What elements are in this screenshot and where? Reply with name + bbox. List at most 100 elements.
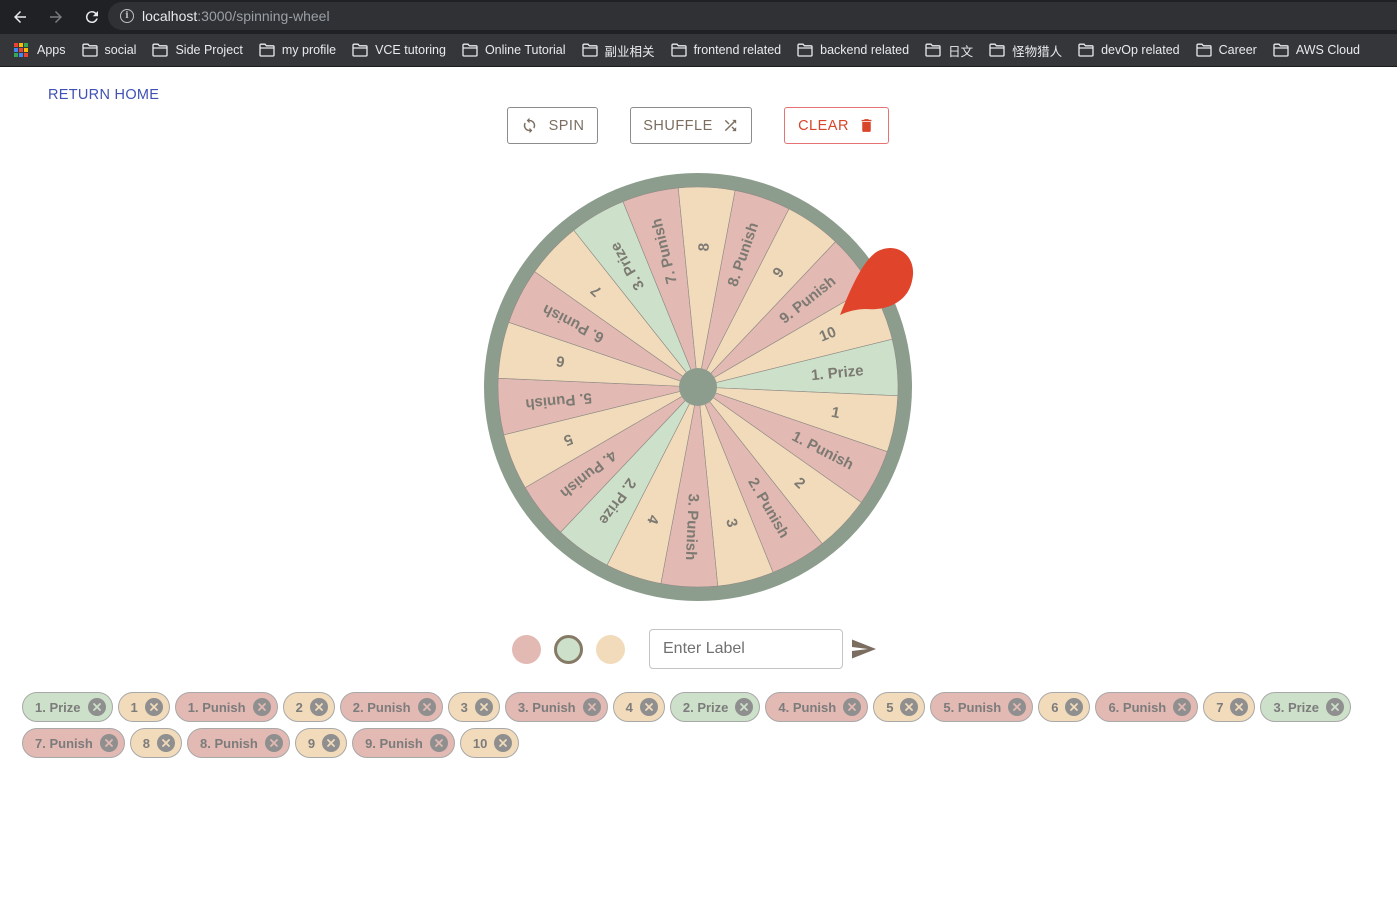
- folder-icon: [462, 43, 478, 57]
- chip-delete-icon[interactable]: [417, 698, 436, 716]
- bookmark-11[interactable]: devOp related: [1078, 43, 1180, 57]
- color-option-red[interactable]: [512, 635, 541, 664]
- label-chip: 2. Prize: [669, 692, 761, 722]
- label-chip: 6. Punish: [1095, 692, 1199, 722]
- bookmarks-bar: Apps social Side Project my profile VCE tuto…: [0, 34, 1397, 67]
- bookmark-10[interactable]: 怪物猎人: [989, 41, 1062, 60]
- folder-icon: [797, 43, 813, 57]
- apps-grid-icon: [14, 43, 28, 57]
- label-chip: 9: [294, 728, 348, 758]
- folder-icon: [1078, 43, 1094, 57]
- chip-delete-icon[interactable]: [1065, 698, 1084, 716]
- label-chip: 3. Prize: [1260, 692, 1352, 722]
- back-button[interactable]: [4, 1, 36, 33]
- bookmark-label: Side Project: [175, 43, 243, 57]
- label-chip: 7. Punish: [22, 728, 125, 758]
- color-option-peach[interactable]: [596, 635, 625, 664]
- label-input[interactable]: [649, 629, 843, 669]
- bookmark-12[interactable]: Career: [1195, 43, 1257, 57]
- chip-delete-icon[interactable]: [1230, 698, 1249, 716]
- bookmark-label: Career: [1218, 43, 1257, 57]
- bookmark-6[interactable]: 副业相关: [581, 41, 655, 60]
- chip-delete-icon[interactable]: [429, 734, 448, 752]
- wheel-svg: 1. Prize11. Punish22. Punish33. Punish42…: [484, 173, 914, 601]
- chip-label: 7: [1216, 699, 1224, 715]
- bookmark-1[interactable]: social: [81, 43, 137, 57]
- chip-label: 8: [142, 735, 151, 751]
- clear-label: CLEAR: [798, 117, 849, 134]
- chip-label: 4: [625, 699, 633, 715]
- chip-delete-icon[interactable]: [1173, 698, 1192, 716]
- chip-delete-icon[interactable]: [87, 698, 106, 716]
- chip-delete-icon[interactable]: [494, 734, 513, 752]
- wheel-hub: [679, 368, 717, 406]
- spin-button[interactable]: SPIN: [507, 107, 598, 144]
- forward-button[interactable]: [40, 1, 72, 33]
- label-chip: 8. Punish: [187, 728, 290, 758]
- chip-label: 2. Prize: [682, 699, 729, 715]
- chip-label: 9. Punish: [365, 735, 423, 751]
- folder-icon: [1195, 43, 1212, 57]
- color-option-green[interactable]: [554, 635, 583, 664]
- page-content: RETURN HOME SPIN SHUFFLE CLEAR 1. Prize 1…: [0, 67, 1397, 905]
- label-chip: 8: [129, 728, 183, 758]
- address-bar[interactable]: i localhost:3000/spinning-wheel: [108, 2, 1397, 30]
- chip-label: 1: [130, 699, 138, 715]
- chip-delete-icon[interactable]: [582, 698, 601, 716]
- bookmark-13[interactable]: AWS Cloud: [1273, 43, 1360, 57]
- bookmark-0[interactable]: Apps: [14, 43, 66, 57]
- shuffle-button[interactable]: SHUFFLE: [630, 107, 752, 144]
- info-icon[interactable]: i: [120, 9, 134, 23]
- folder-icon: [352, 43, 368, 57]
- label-chip: 5: [873, 692, 926, 722]
- return-home-link[interactable]: RETURN HOME: [48, 87, 159, 103]
- label-chip: 3: [447, 692, 500, 722]
- chip-delete-icon[interactable]: [264, 734, 283, 752]
- label-chip: 1. Punish: [174, 692, 278, 722]
- reload-icon: [85, 11, 98, 24]
- chip-label: 3: [460, 699, 468, 715]
- wheel-segment-label: 3. Punish: [682, 493, 702, 560]
- bookmark-label: 日文: [948, 44, 974, 59]
- bookmark-3[interactable]: my profile: [259, 43, 336, 57]
- chip-label: 3. Punish: [517, 699, 576, 715]
- bookmark-label: social: [104, 43, 137, 57]
- chip-delete-icon[interactable]: [99, 734, 118, 752]
- chip-delete-icon[interactable]: [309, 698, 328, 716]
- chip-delete-icon[interactable]: [735, 698, 754, 716]
- shuffle-label: SHUFFLE: [643, 117, 713, 134]
- clear-button[interactable]: CLEAR: [784, 107, 889, 144]
- chip-delete-icon[interactable]: [252, 698, 271, 716]
- chip-delete-icon[interactable]: [639, 698, 658, 716]
- label-chip: 2: [282, 692, 335, 722]
- chip-label: 8. Punish: [200, 735, 258, 751]
- label-chip: 4. Punish: [765, 692, 869, 722]
- folder-icon: [925, 43, 941, 57]
- chip-delete-icon[interactable]: [900, 698, 919, 716]
- chip-label: 10: [472, 735, 488, 751]
- label-chip: 2. Punish: [339, 692, 443, 722]
- folder-icon: [670, 43, 687, 57]
- chip-delete-icon[interactable]: [474, 698, 493, 716]
- chip-delete-icon[interactable]: [144, 698, 163, 716]
- add-label-button[interactable]: [851, 637, 877, 661]
- bookmark-8[interactable]: backend related: [797, 43, 909, 57]
- bookmark-5[interactable]: Online Tutorial: [462, 43, 566, 57]
- chip-delete-icon[interactable]: [322, 734, 341, 752]
- bookmark-label: AWS Cloud: [1295, 43, 1361, 57]
- bookmark-label: 副业相关: [604, 44, 655, 59]
- bookmark-9[interactable]: 日文: [925, 41, 973, 60]
- chip-delete-icon[interactable]: [843, 698, 862, 716]
- reload-button[interactable]: [76, 1, 108, 33]
- spinning-wheel[interactable]: 1. Prize 1 1. Punish 2 2. Punish 3 3. Punish 4 2…: [484, 173, 914, 601]
- chip-delete-icon[interactable]: [1008, 698, 1027, 716]
- bookmark-4[interactable]: VCE tutoring: [352, 43, 446, 57]
- chip-label: 9: [307, 735, 316, 751]
- bookmark-2[interactable]: Side Project: [152, 43, 243, 57]
- chip-label: 2. Punish: [352, 699, 411, 715]
- chip-delete-icon[interactable]: [1326, 698, 1345, 716]
- chip-delete-icon[interactable]: [157, 734, 176, 752]
- chip-label: 1. Punish: [187, 699, 246, 715]
- label-chip: 6: [1038, 692, 1091, 722]
- bookmark-7[interactable]: frontend related: [670, 43, 781, 57]
